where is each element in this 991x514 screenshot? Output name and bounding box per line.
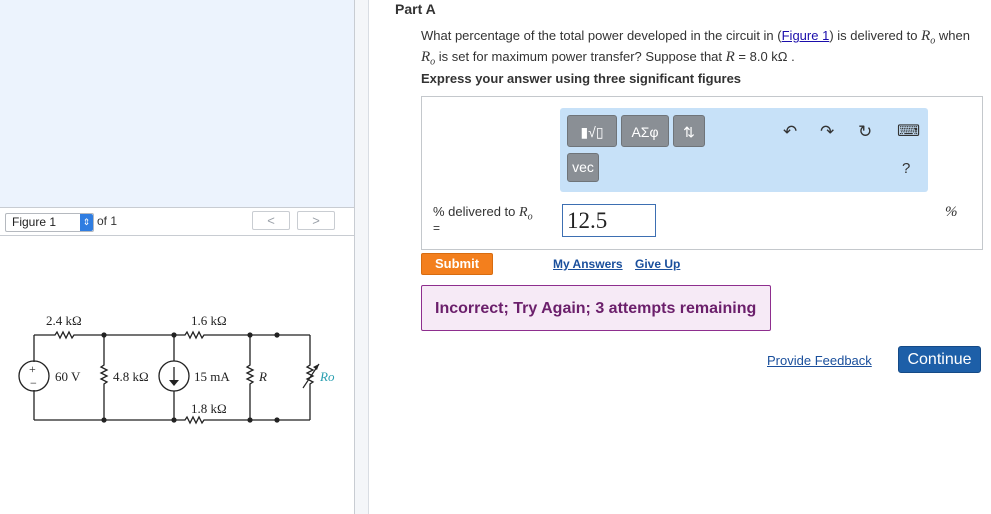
question-text: What percentage of the total power devel… — [421, 28, 986, 69]
label-r-1-6k: 1.6 kΩ — [191, 313, 227, 328]
figure-select[interactable]: Figure 1 ⇕ — [5, 213, 94, 232]
figure-count: of 1 — [97, 214, 118, 228]
updown-chevron-icon: ⇕ — [80, 214, 93, 231]
greek-symbols-button[interactable]: ΑΣφ — [621, 115, 669, 147]
question-text-start: What percentage of the total power devel… — [421, 28, 782, 43]
part-title: Part A — [395, 1, 436, 17]
submit-button[interactable]: Submit — [421, 253, 493, 275]
reset-icon[interactable]: ↻ — [858, 122, 872, 142]
prev-figure-button[interactable]: < — [252, 211, 290, 230]
answer-box: ▮√▯ ΑΣφ ⇅ vec ↶ ↷ ↻ ⌨ ? % delivered to R… — [421, 96, 983, 250]
resistor-R — [245, 335, 255, 420]
figure-select-value: Figure 1 — [12, 215, 57, 229]
give-up-link[interactable]: Give Up — [635, 257, 680, 271]
panel-resize-strip[interactable] — [355, 0, 369, 514]
math-toolbar: ▮√▯ ΑΣφ ⇅ vec ↶ ↷ ↻ ⌨ ? — [560, 108, 928, 192]
question-text-middle: ) is delivered to — [829, 28, 922, 43]
vec-button[interactable]: vec — [567, 153, 599, 182]
keyboard-icon[interactable]: ⌨ — [897, 122, 920, 142]
continue-button[interactable]: Continue — [898, 346, 981, 373]
label-source-v: 60 V — [55, 369, 81, 384]
answer-label-text: % delivered to — [433, 204, 519, 219]
provide-feedback-link[interactable]: Provide Feedback — [767, 353, 872, 368]
label-minus: − — [30, 376, 37, 390]
down-arrow-icon — [169, 380, 179, 386]
label-plus: + — [29, 362, 36, 376]
answer-label-var: R — [519, 205, 528, 220]
resistor-4-8k — [99, 335, 109, 420]
question-text-when: when — [935, 28, 970, 43]
figure-navigation-bar: Figure 1 ⇕ of 1 < > — [0, 207, 354, 236]
label-source-i: 15 mA — [194, 369, 230, 384]
arrows-button[interactable]: ⇅ — [673, 115, 705, 147]
label-r-4-8k: 4.8 kΩ — [113, 369, 149, 384]
my-answers-link[interactable]: My Answers — [553, 257, 623, 271]
answer-input[interactable]: 12.5 — [562, 204, 656, 237]
question-line2-text: is set for maximum power transfer? Suppo… — [435, 48, 726, 64]
templates-button[interactable]: ▮√▯ — [567, 115, 617, 147]
label-ro: Ro — [319, 369, 335, 384]
equals-sign: = — [433, 221, 441, 235]
label-r-2-4k: 2.4 kΩ — [46, 313, 82, 328]
figure-preview-area — [0, 0, 354, 207]
instruction-text: Express your answer using three signific… — [421, 71, 742, 86]
variable-arrow-icon — [313, 364, 319, 370]
answer-unit: % — [945, 204, 958, 220]
question-var-ro: R — [921, 28, 931, 44]
feedback-message: Incorrect; Try Again; 3 attempts remaini… — [435, 300, 757, 317]
circuit-diagram: 2.4 kΩ 1.6 kΩ 4.8 kΩ 1.8 kΩ 60 V 15 mA R… — [18, 313, 335, 425]
label-r-1-8k: 1.8 kΩ — [191, 401, 227, 416]
figure-link[interactable]: Figure 1 — [782, 28, 830, 43]
question-var-r: R — [725, 48, 735, 65]
redo-icon[interactable]: ↷ — [820, 122, 834, 142]
question-line2-ro: R — [421, 48, 431, 65]
help-button[interactable]: ? — [902, 159, 910, 179]
answer-label: % delivered to Ro — [433, 204, 533, 223]
undo-icon[interactable]: ↶ — [783, 122, 797, 142]
answer-label-sub: o — [527, 211, 533, 223]
label-r: R — [258, 369, 267, 384]
feedback-message-box: Incorrect; Try Again; 3 attempts remaini… — [421, 285, 771, 331]
next-figure-button[interactable]: > — [297, 211, 335, 230]
question-r-value: = 8.0 kΩ . — [734, 48, 795, 64]
